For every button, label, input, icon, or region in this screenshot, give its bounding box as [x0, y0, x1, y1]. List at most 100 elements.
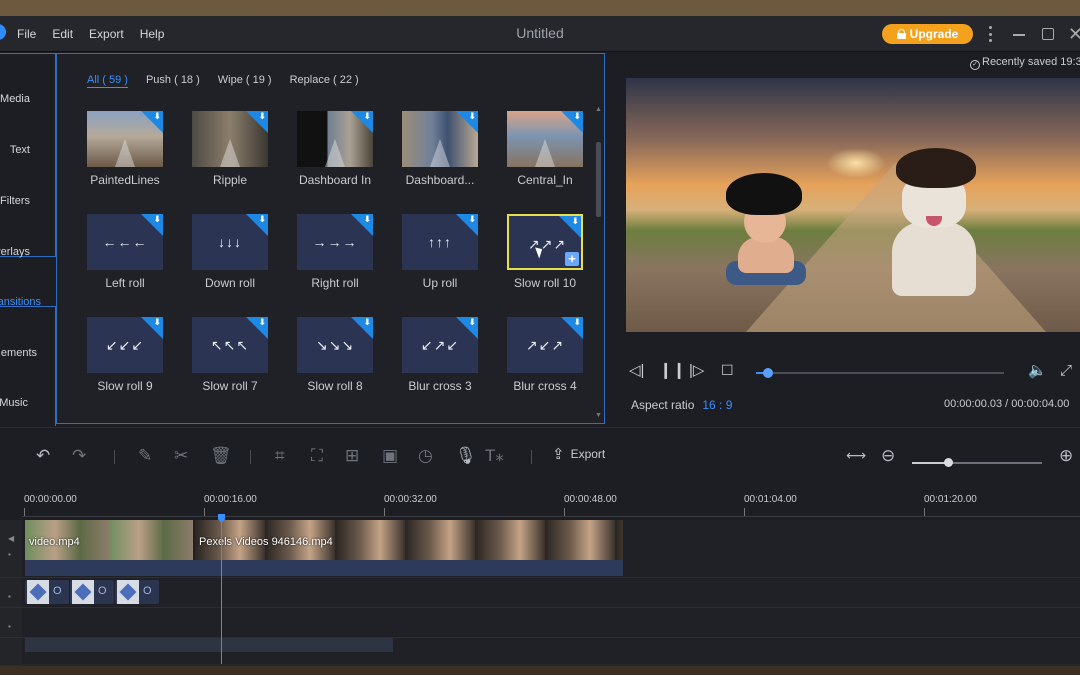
mosaic-icon[interactable]: ⊞	[345, 447, 359, 464]
download-icon: ⬇	[153, 214, 161, 224]
transition-thumbnail: ↙↙↙ ⬇	[87, 317, 163, 373]
transition-thumbnail: ↗↗↗ ⬇ +	[507, 214, 583, 270]
sidebar-item-overlays[interactable]: Overlays	[0, 246, 56, 258]
lock-icon[interactable]: ▪	[8, 622, 11, 631]
app-window: File Edit Export Help Untitled Upgrade ✕…	[0, 16, 1080, 666]
transition-label: PaintedLines	[90, 173, 160, 187]
tab-push[interactable]: Push ( 18 )	[146, 74, 200, 88]
video-preview[interactable]	[626, 78, 1080, 332]
panel-scrollbar[interactable]	[596, 142, 601, 217]
close-icon[interactable]: ✕	[1068, 25, 1080, 43]
aspect-ratio-value[interactable]: 16 : 9	[702, 398, 732, 412]
tick-label: 00:00:48.00	[564, 494, 617, 505]
playhead[interactable]	[221, 516, 222, 664]
tick-label: 00:00:32.00	[384, 494, 437, 505]
maximize-icon[interactable]	[1042, 28, 1054, 40]
toolbar-divider	[250, 450, 251, 464]
freeze-frame-icon[interactable]: ▣	[382, 447, 398, 464]
fit-timeline-icon[interactable]: ⟷	[846, 447, 866, 464]
tab-wipe[interactable]: Wipe ( 19 )	[218, 74, 272, 88]
text-clip[interactable]	[25, 638, 393, 652]
download-icon: ⬇	[571, 216, 579, 226]
tab-replace[interactable]: Replace ( 22 )	[290, 74, 359, 88]
trash-icon[interactable]: 🗑	[210, 447, 232, 464]
zoom-frame-icon[interactable]: ⛶	[311, 447, 323, 464]
sidebar-item-elements[interactable]: ements	[0, 347, 56, 359]
effect-chip[interactable]: O	[25, 580, 69, 604]
lock-icon[interactable]: ▪	[8, 550, 11, 559]
timecode: 00:00:00.03 / 00:00:04.00	[944, 398, 1070, 410]
sidebar-item-media[interactable]: Media	[0, 93, 56, 105]
transitions-panel: All ( 59 ) Push ( 18 ) Wipe ( 19 ) Repla…	[56, 53, 605, 424]
transition-label: Ripple	[212, 173, 248, 187]
track-header: ▪	[0, 608, 22, 637]
title-bar: File Edit Export Help Untitled Upgrade ✕	[0, 16, 1080, 52]
toolbar-divider	[531, 450, 532, 464]
zoom-fill	[912, 462, 949, 464]
more-options-icon[interactable]	[986, 26, 994, 42]
add-transition-icon[interactable]: +	[565, 252, 579, 266]
prev-frame-icon[interactable]: ◁|	[629, 363, 644, 378]
edit-pencil-icon[interactable]: ✎	[138, 447, 152, 464]
tick-label: 00:01:20.00	[924, 494, 977, 505]
stop-icon[interactable]: ☐	[721, 363, 734, 378]
upgrade-label: Upgrade	[909, 27, 959, 41]
track-header: ▪	[0, 578, 22, 607]
zoom-out-icon[interactable]: ⊖	[881, 447, 895, 464]
transition-label: Dashboard In	[298, 173, 372, 187]
effect-chip[interactable]: O	[70, 580, 114, 604]
download-icon: ⬇	[573, 111, 581, 121]
scissors-icon[interactable]: ✂	[174, 447, 188, 464]
crop-icon[interactable]: ⌗	[275, 447, 285, 464]
effect-chip[interactable]: O	[115, 580, 159, 604]
minimize-icon[interactable]	[1013, 34, 1025, 36]
lock-icon[interactable]: ▪	[8, 592, 11, 601]
tab-all[interactable]: All ( 59 )	[87, 74, 128, 88]
zoom-in-icon[interactable]: ⊕	[1059, 447, 1073, 464]
clip-label: video.mp4	[29, 536, 80, 548]
download-icon: ⬇	[363, 111, 371, 121]
timeline-ruler[interactable]: 00:00:00.00 00:00:16.00 00:00:32.00 00:0…	[0, 486, 1080, 520]
tick-label: 00:01:04.00	[744, 494, 797, 505]
transition-label: Blur cross 3	[408, 379, 472, 393]
scroll-up-icon[interactable]: ▲	[595, 106, 602, 113]
sidebar-item-music[interactable]: Music	[0, 397, 56, 409]
volume-icon[interactable]: ◀	[8, 534, 14, 543]
volume-icon[interactable]: 🔈	[1028, 363, 1047, 378]
video-track: ◀ ▪ video.mp4 Pexels Videos 946146.mp4	[0, 520, 1080, 578]
timeline-zoom-slider[interactable]	[912, 458, 1042, 467]
pause-icon[interactable]: ❙❙	[659, 363, 686, 379]
upgrade-button[interactable]: Upgrade	[882, 24, 973, 44]
download-icon: ⬇	[258, 317, 266, 327]
clip-video-mp4[interactable]: video.mp4	[25, 520, 193, 560]
transition-tabs: All ( 59 ) Push ( 18 ) Wipe ( 19 ) Repla…	[87, 74, 359, 88]
download-icon: ⬇	[363, 214, 371, 224]
transition-thumbnail: ⬇	[87, 111, 163, 167]
undo-icon[interactable]: ↶	[36, 447, 50, 464]
transition-thumbnail: ↖↖↖ ⬇	[192, 317, 268, 373]
sidebar-item-filters[interactable]: Filters	[0, 195, 56, 207]
transition-thumbnail: ↑↑↑ ⬇	[402, 214, 478, 270]
next-frame-icon[interactable]: |▷	[689, 363, 704, 378]
transition-thumbnail: ←←← ⬇	[87, 214, 163, 270]
export-label: Export	[570, 447, 606, 461]
sidebar: Media Text Filters Overlays ansitions em…	[0, 53, 56, 426]
playback-progress[interactable]	[756, 368, 1004, 378]
transition-label: Blur cross 4	[513, 379, 577, 393]
tick-label: 00:00:00.00	[24, 494, 77, 505]
text-track	[0, 638, 1080, 666]
text-to-speech-icon[interactable]: T⁎	[485, 447, 504, 464]
fullscreen-icon[interactable]: ⤢	[1060, 363, 1072, 378]
microphone-icon[interactable]: 🎙	[455, 447, 477, 464]
sidebar-item-transitions[interactable]: ansitions	[0, 296, 56, 308]
export-button[interactable]: ⇪ Export	[552, 445, 605, 463]
aspect-ratio: Aspect ratio 16 : 9	[631, 398, 732, 412]
transition-thumbnail: ⬇	[192, 111, 268, 167]
export-icon: ⇪	[552, 446, 565, 463]
sidebar-item-text[interactable]: Text	[0, 144, 56, 156]
transition-label: Down roll	[204, 276, 255, 290]
scroll-down-icon[interactable]: ▼	[595, 412, 602, 419]
clip-pexels-video[interactable]: Pexels Videos 946146.mp4	[195, 520, 623, 560]
speed-icon[interactable]: ◷	[418, 447, 433, 464]
redo-icon[interactable]: ↷	[72, 447, 86, 464]
